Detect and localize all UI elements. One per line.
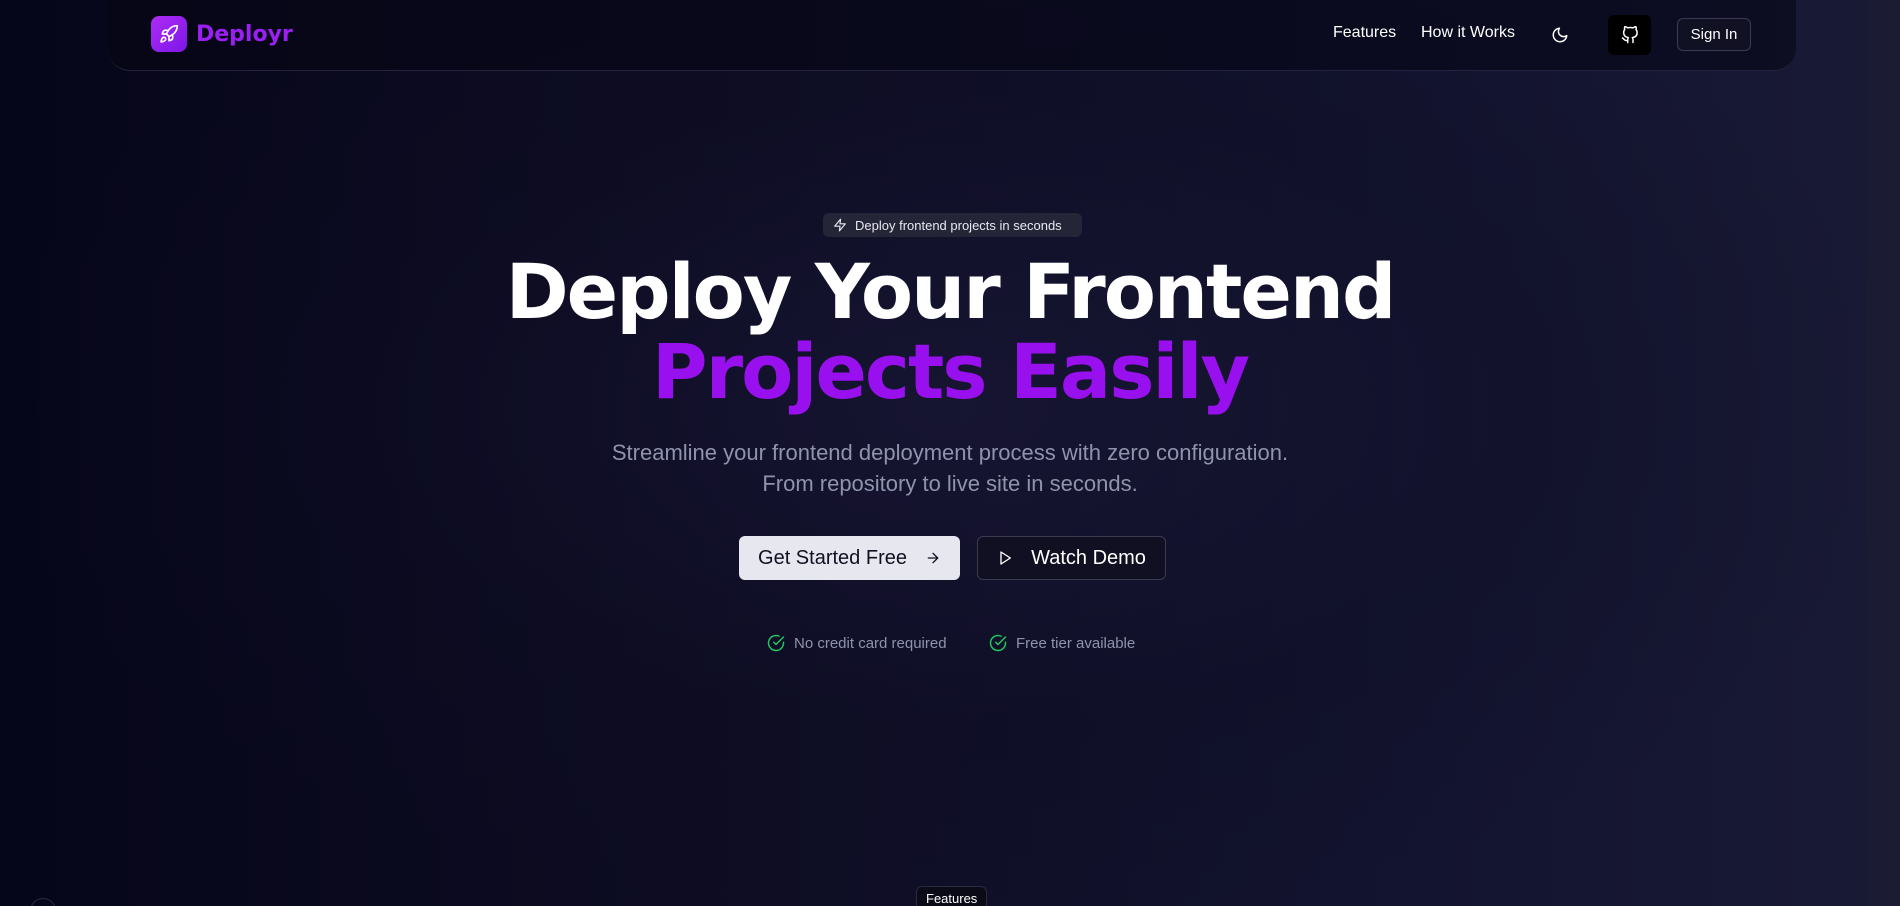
perk-free-tier: Free tier available xyxy=(989,634,1135,652)
nav-link-how-it-works[interactable]: How it Works xyxy=(1421,24,1515,42)
rocket-icon xyxy=(151,16,187,52)
play-icon xyxy=(997,550,1013,566)
github-button[interactable] xyxy=(1608,15,1651,55)
check-circle-icon xyxy=(989,634,1007,652)
features-section-tag: Features xyxy=(916,886,988,906)
get-started-button[interactable]: Get Started Free xyxy=(739,536,960,580)
moon-icon xyxy=(1551,26,1569,44)
arrow-right-icon xyxy=(925,550,941,566)
get-started-label: Get Started Free xyxy=(758,546,907,569)
hero-badge-text: Deploy frontend projects in seconds xyxy=(855,217,1062,233)
brand-name: Deployr xyxy=(196,21,293,47)
page: Deployr Features How it Works Sign In De… xyxy=(0,0,1900,906)
zap-icon xyxy=(833,218,847,232)
hero-badge: Deploy frontend projects in seconds xyxy=(823,213,1082,237)
hero-title-line-1: Deploy Your Frontend xyxy=(505,247,1397,336)
watch-demo-button[interactable]: Watch Demo xyxy=(977,536,1166,580)
nav-link-features[interactable]: Features xyxy=(1333,24,1396,42)
github-icon xyxy=(1621,26,1639,44)
check-circle-icon xyxy=(767,634,785,652)
hero-subtitle-line-2: From repository to live site in seconds. xyxy=(762,471,1138,496)
watch-demo-label: Watch Demo xyxy=(1031,546,1146,569)
theme-toggle-button[interactable] xyxy=(1545,20,1575,50)
perk-text: No credit card required xyxy=(794,634,947,652)
navbar: Deployr Features How it Works Sign In xyxy=(108,0,1796,71)
sign-in-button[interactable]: Sign In xyxy=(1677,18,1751,51)
perk-no-credit-card: No credit card required xyxy=(767,634,947,652)
hero-title-line-2: Projects Easily xyxy=(651,327,1250,416)
brand-link[interactable]: Deployr xyxy=(151,16,293,52)
hero-subtitle-line-1: Streamline your frontend deployment proc… xyxy=(611,440,1289,465)
perk-text: Free tier available xyxy=(1016,634,1136,652)
